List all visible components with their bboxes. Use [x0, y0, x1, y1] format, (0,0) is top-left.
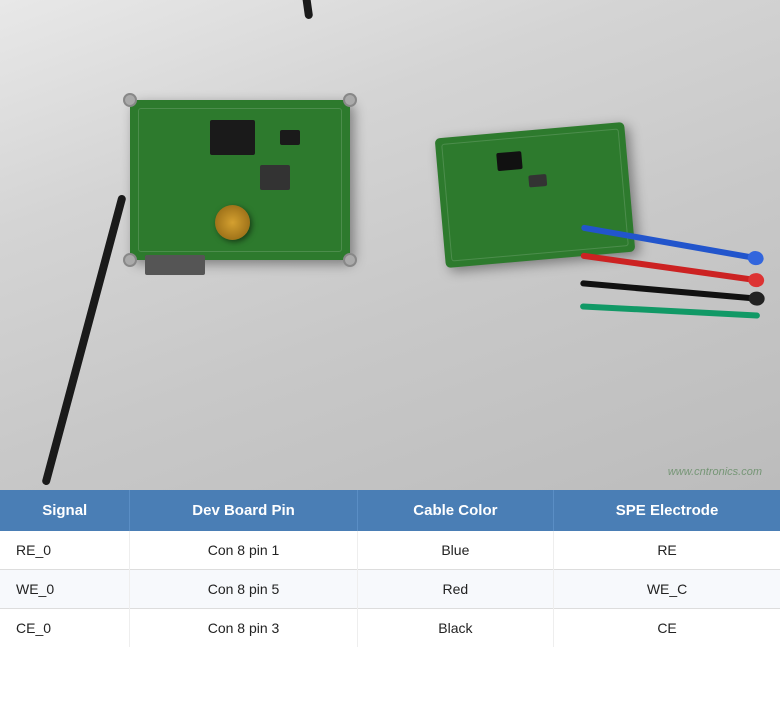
header-row: Signal Dev Board Pin Cable Color SPE Ele…: [0, 490, 780, 531]
chip-1: [210, 120, 255, 155]
cell-electrode-2: CE: [554, 609, 780, 648]
cell-electrode-0: RE: [554, 531, 780, 570]
table-header: Signal Dev Board Pin Cable Color SPE Ele…: [0, 490, 780, 531]
table-row: WE_0 Con 8 pin 5 Red WE_C: [0, 570, 780, 609]
header-dev-board-pin: Dev Board Pin: [130, 490, 357, 531]
cell-color-0: Blue: [357, 531, 553, 570]
probe-tip-blue: [747, 250, 765, 267]
connector-bottom: [145, 255, 205, 275]
cable-black: [580, 280, 760, 302]
round-connector: [215, 205, 250, 240]
cell-signal-2: CE_0: [0, 609, 130, 648]
standoff-tl: [123, 93, 137, 107]
table-row: CE_0 Con 8 pin 3 Black CE: [0, 609, 780, 648]
table-body: RE_0 Con 8 pin 1 Blue RE WE_0 Con 8 pin …: [0, 531, 780, 647]
probe-tip-red: [747, 272, 765, 288]
cell-signal-1: WE_0: [0, 570, 130, 609]
table-area: Signal Dev Board Pin Cable Color SPE Ele…: [0, 490, 780, 709]
main-container: www.cntronics.com Signal Dev Board Pin C…: [0, 0, 780, 709]
cables-area: [380, 200, 780, 480]
chip-2: [260, 165, 290, 190]
cell-pin-1: Con 8 pin 5: [130, 570, 357, 609]
pcb-left-board: [130, 100, 350, 260]
photo-area: www.cntronics.com: [0, 0, 780, 490]
cell-pin-2: Con 8 pin 3: [130, 609, 357, 648]
header-spe-electrode: SPE Electrode: [554, 490, 780, 531]
standoff-tr: [343, 93, 357, 107]
chip-right-2: [528, 174, 547, 188]
chip-3: [280, 130, 300, 145]
cell-color-1: Red: [357, 570, 553, 609]
board-left-assembly: [130, 100, 370, 280]
cell-color-2: Black: [357, 609, 553, 648]
probe-tip-black: [748, 291, 765, 306]
cell-pin-0: Con 8 pin 1: [130, 531, 357, 570]
connection-table: Signal Dev Board Pin Cable Color SPE Ele…: [0, 490, 780, 647]
watermark: www.cntronics.com: [668, 466, 762, 478]
standoff-bl: [123, 253, 137, 267]
header-cable-color: Cable Color: [357, 490, 553, 531]
standoff-br: [343, 253, 357, 267]
cell-electrode-1: WE_C: [554, 570, 780, 609]
cable-green: [580, 303, 760, 318]
cell-signal-0: RE_0: [0, 531, 130, 570]
chip-right-1: [496, 151, 522, 171]
header-signal: Signal: [0, 490, 130, 531]
table-row: RE_0 Con 8 pin 1 Blue RE: [0, 531, 780, 570]
